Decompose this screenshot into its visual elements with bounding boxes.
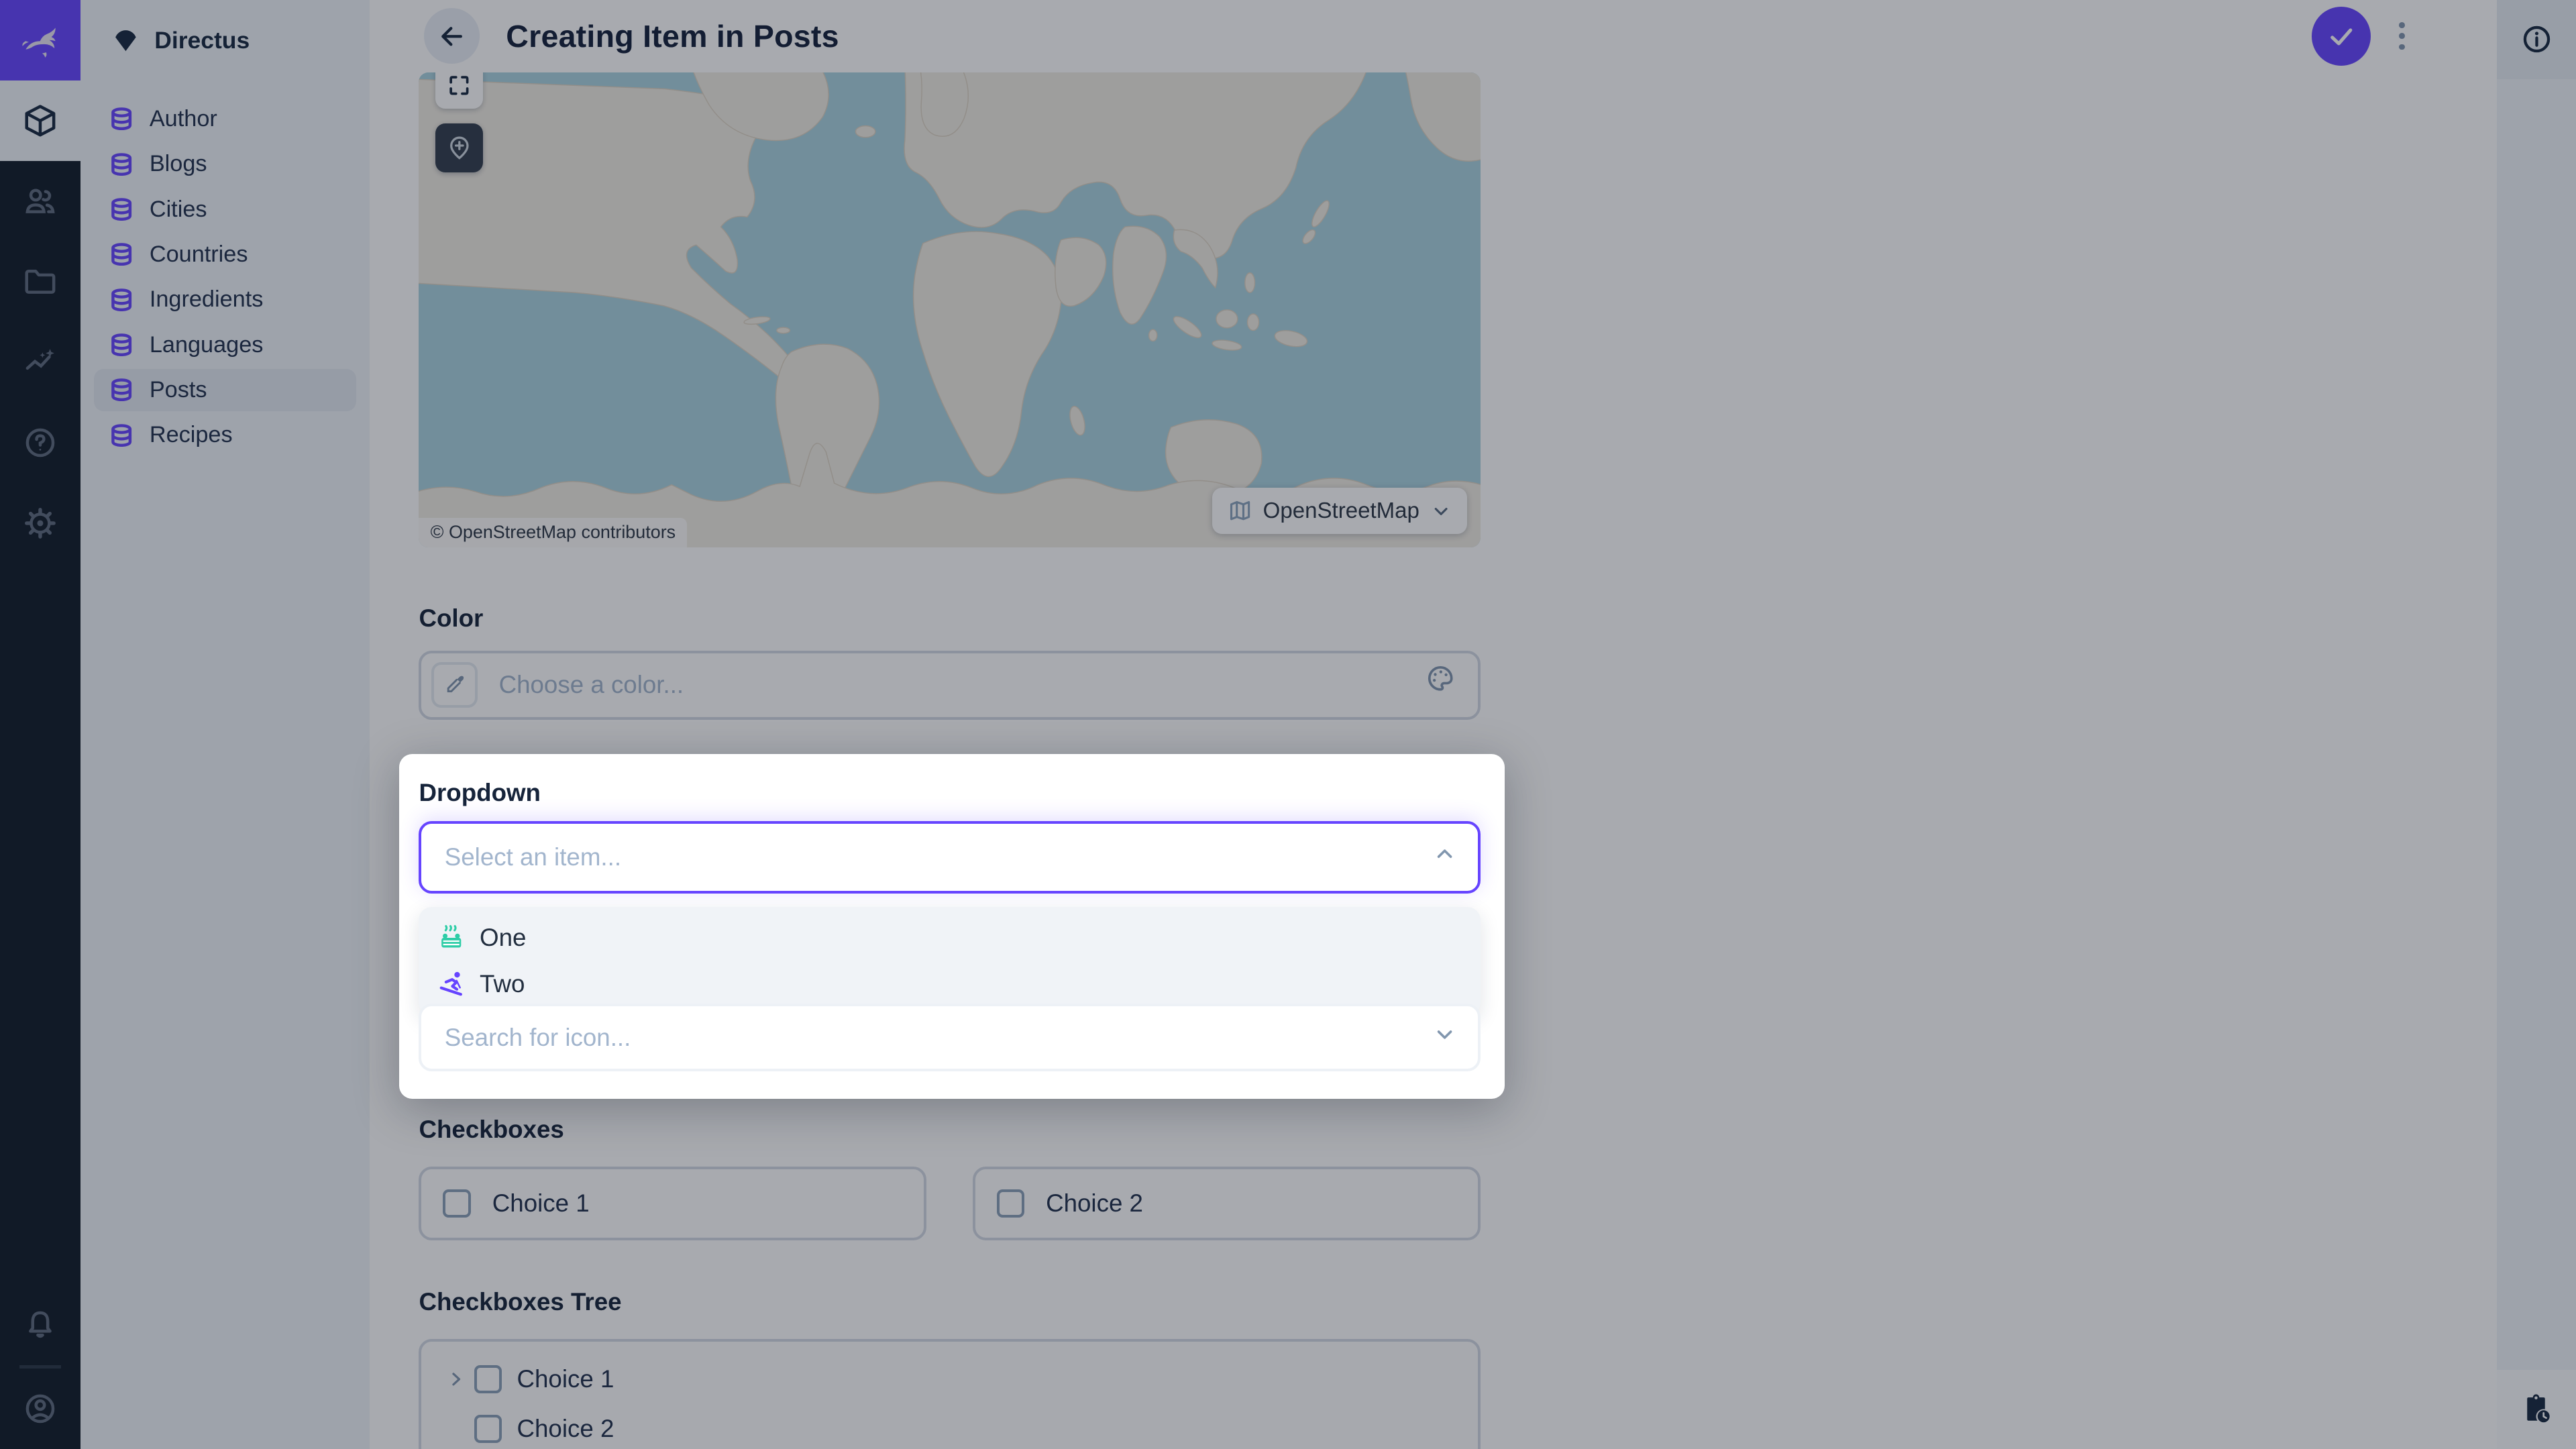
downhill-skiing-icon bbox=[439, 970, 467, 998]
option-label: Two bbox=[480, 970, 525, 998]
dropdown-option-one[interactable]: One bbox=[419, 915, 1480, 961]
chevron-up-icon bbox=[1432, 841, 1458, 874]
dropdown-placeholder: Select an item... bbox=[445, 843, 621, 871]
dropdown-field-label: Dropdown bbox=[419, 779, 541, 807]
modal-overlay[interactable] bbox=[0, 0, 2576, 1449]
chevron-down-icon bbox=[1432, 1021, 1458, 1054]
dropdown-menu: One Two bbox=[419, 907, 1480, 1016]
option-label: One bbox=[480, 924, 526, 952]
directus-app: Directus Author Blogs Cities Countries I… bbox=[0, 0, 2576, 1449]
dropdown-option-two[interactable]: Two bbox=[419, 961, 1480, 1008]
dropdown-modal-card: Dropdown Select an item... One Two Searc… bbox=[399, 754, 1505, 1099]
icon-search-input[interactable]: Search for icon... bbox=[419, 1004, 1480, 1071]
icon-search-placeholder: Search for icon... bbox=[445, 1024, 631, 1052]
dropdown-select[interactable]: Select an item... bbox=[419, 821, 1480, 894]
jacuzzi-icon bbox=[439, 924, 467, 953]
